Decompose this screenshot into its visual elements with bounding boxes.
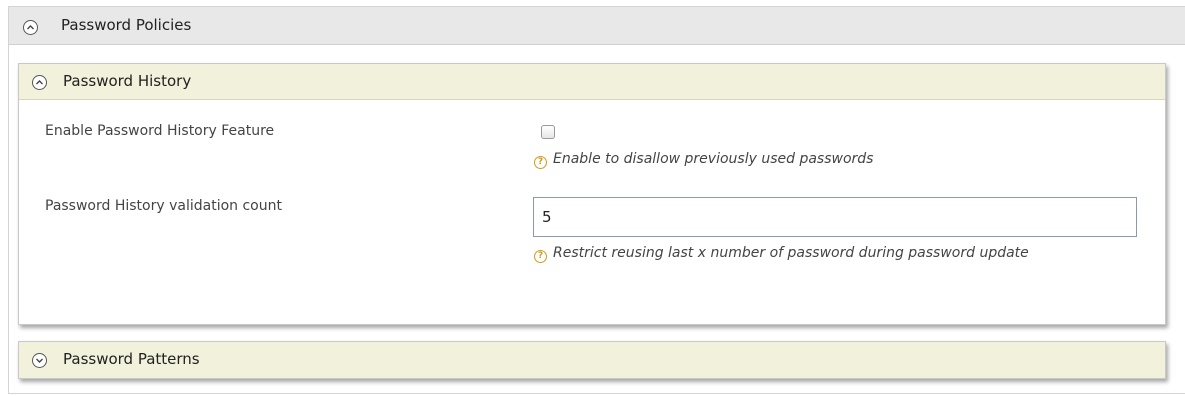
chevron-up-icon[interactable] [23,20,38,35]
validation-count-label: Password History validation count [45,198,282,214]
password-policies-section: Password Policies Password History Enabl… [8,6,1185,394]
help-icon: ? [534,156,547,169]
enable-history-label: Enable Password History Feature [45,123,275,139]
password-patterns-header[interactable]: Password Patterns [19,342,1165,378]
password-policies-header[interactable]: Password Policies [9,7,1185,45]
validation-count-help: ? Restrict reusing last x number of passw… [534,243,1124,263]
chevron-up-icon[interactable] [32,75,47,90]
password-patterns-title: Password Patterns [63,350,200,368]
validation-count-help-text: Restrict reusing last x number of passwo… [553,245,1029,261]
password-patterns-panel: Password Patterns [18,341,1166,379]
enable-history-help: ? Enable to disallow previously used pass… [534,149,1134,169]
password-history-panel: Password History Enable Password History… [18,63,1166,325]
password-history-title: Password History [63,72,192,90]
chevron-down-icon[interactable] [32,353,47,368]
validation-count-input[interactable]: 5 [533,197,1137,237]
password-history-header[interactable]: Password History [19,64,1165,100]
enable-history-help-text: Enable to disallow previously used passw… [553,151,874,167]
help-icon: ? [534,250,547,263]
password-policies-title: Password Policies [61,16,192,34]
enable-history-checkbox[interactable] [541,125,555,139]
